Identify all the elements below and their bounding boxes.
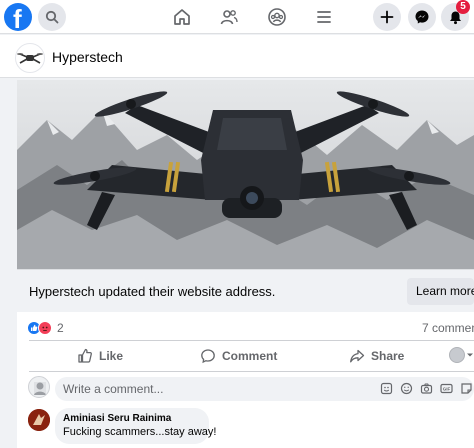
drone-logo-icon [17,53,43,64]
audience-selector[interactable] [449,346,474,364]
thumbs-up-icon [78,348,92,363]
top-navigation-bar: f 5 [0,0,474,34]
create-button[interactable] [373,3,401,31]
commenter-avatar[interactable] [28,409,50,431]
like-label: Like [99,349,124,363]
page-avatar[interactable] [15,43,45,73]
camera-icon[interactable] [420,382,433,395]
post-card: Hyperstech updated their website address… [17,80,474,448]
friends-nav-button[interactable] [217,5,241,29]
comment-author[interactable]: Aminiasi Seru Rainima [63,412,201,425]
caret-down-icon [467,353,473,357]
messenger-button[interactable] [408,3,436,31]
reaction-summary[interactable]: 2 [27,320,64,336]
like-button[interactable]: Like [77,346,123,366]
emoji-icon[interactable] [400,382,413,395]
comments-count-link[interactable]: 7 comments [422,321,474,335]
page-name[interactable]: Hyperstech [52,49,123,65]
svg-text:GIF: GIF [443,387,451,392]
menu-icon [317,11,331,23]
plus-icon [380,10,394,24]
current-user-avatar[interactable] [28,376,50,398]
sticker-icon[interactable] [380,382,393,395]
comment-input[interactable]: Write a comment... GIF [55,377,474,401]
drone-photo [17,80,474,269]
friends-icon [220,10,238,25]
reaction-count: 2 [57,321,64,335]
comment-bubble: Aminiasi Seru Rainima Fucking scammers..… [55,408,217,444]
comment-text: Fucking scammers...stay away! [63,426,217,438]
divider [29,340,474,341]
divider [29,371,474,372]
learn-more-button[interactable]: Learn more [407,278,474,305]
search-button[interactable] [38,3,66,31]
home-icon [174,9,190,25]
facebook-logo-icon[interactable]: f [4,3,32,31]
groups-icon [268,8,286,26]
share-arrow-icon [350,349,365,363]
notification-count-badge: 5 [456,0,470,14]
messenger-icon [415,10,429,24]
share-button[interactable]: Share [349,346,404,366]
angry-reaction-icon [38,321,52,335]
link-preview-bar[interactable]: Hyperstech updated their website address… [17,269,474,312]
selector-avatar-icon [449,347,465,363]
gif-icon[interactable]: GIF [440,382,453,395]
comment-input-placeholder: Write a comment... [63,382,164,396]
share-label: Share [371,349,405,363]
menu-nav-button[interactable] [312,5,336,29]
link-preview-text: Hyperstech updated their website address… [29,284,276,299]
comment-bubble-icon [201,349,215,364]
page-header: Hyperstech [0,35,474,78]
post-image[interactable] [17,80,474,269]
comment-button[interactable]: Comment [200,346,277,366]
comment-label: Comment [222,349,278,363]
groups-nav-button[interactable] [265,5,289,29]
facebook-logo-letter: f [13,4,22,31]
search-icon [45,10,59,24]
sticker-square-icon[interactable] [460,382,473,395]
home-nav-button[interactable] [170,5,194,29]
